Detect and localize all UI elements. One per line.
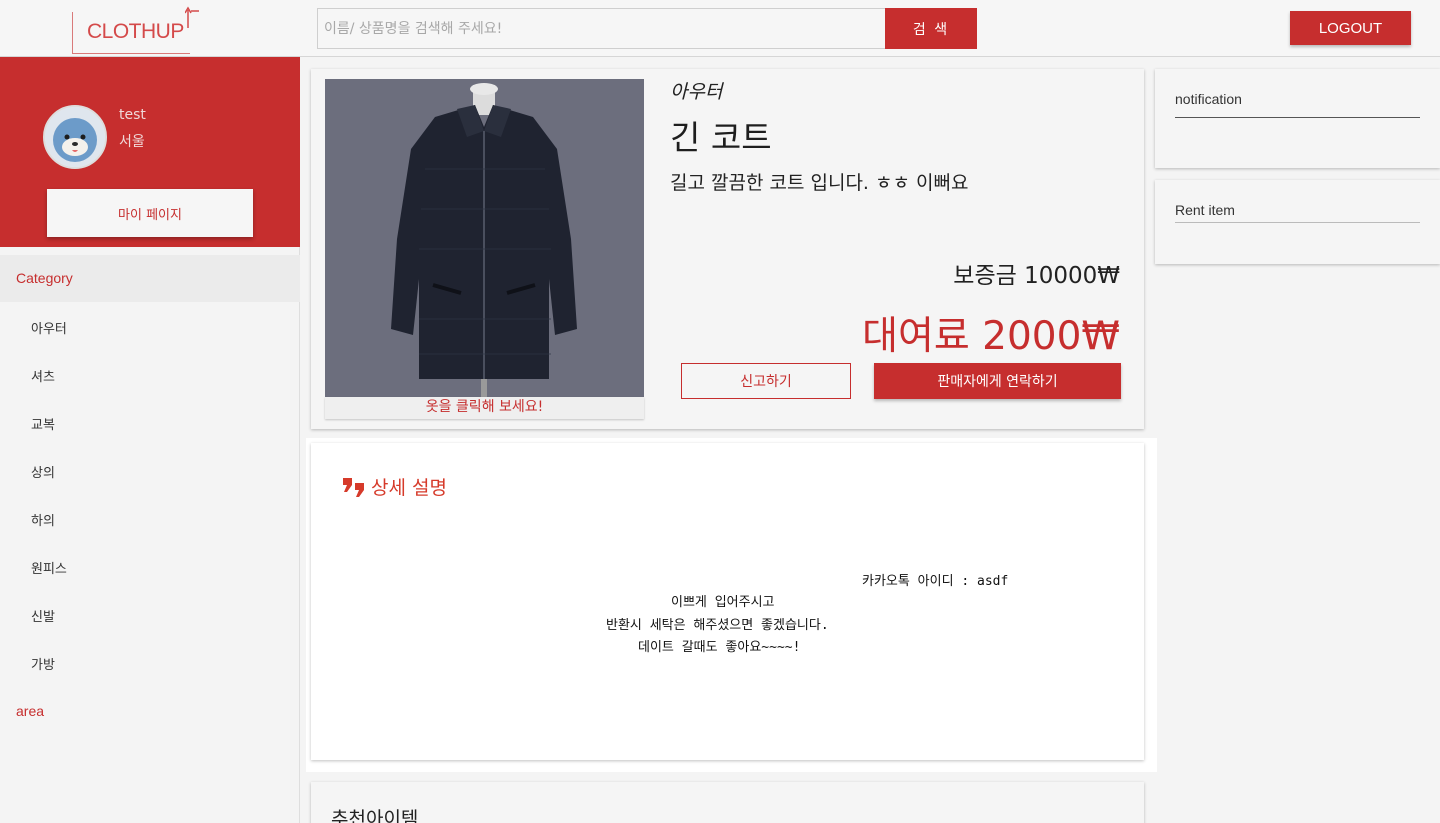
profile-panel: test 서울 마이 페이지 — [0, 57, 300, 247]
product-category: 아우터 — [670, 81, 723, 103]
recommend-card: 추천아이템 — [311, 782, 1144, 823]
product-deposit: 보증금 10000₩ — [953, 263, 1120, 289]
user-region: 서울 — [119, 134, 145, 150]
sidebar-item-outer[interactable]: 아우터 — [31, 318, 67, 337]
search-button[interactable]: 검 색 — [885, 8, 977, 49]
report-button[interactable]: 신고하기 — [681, 363, 851, 399]
category-header-label: Category — [16, 270, 73, 286]
logout-button[interactable]: LOGOUT — [1290, 11, 1411, 45]
sidebar-item-dress[interactable]: 원피스 — [31, 558, 67, 577]
search-input[interactable] — [318, 9, 884, 48]
recommend-title: 추천아이템 — [331, 808, 419, 823]
detail-line: 데이트 갈때도 좋아요~~~~! — [638, 640, 801, 655]
product-photo[interactable] — [325, 79, 644, 397]
top-header: CLOTHUP 검 색 LOGOUT — [0, 0, 1440, 57]
category-header[interactable]: Category — [0, 255, 300, 302]
search-bar: 검 색 — [317, 8, 977, 49]
sidebar-item-uniform[interactable]: 교복 — [31, 414, 55, 433]
sidebar-item-top[interactable]: 상의 — [31, 462, 55, 481]
detail-card: 상세 설명 카카오톡 아이디 : asdf 이쁘게 입어주시고 반환시 세탁은 … — [311, 443, 1144, 760]
photo-caption[interactable]: 옷을 클릭해 보세요! — [325, 397, 644, 419]
sidebar-item-shoes[interactable]: 신발 — [31, 606, 55, 625]
detail-line: 이쁘게 입어주시고 — [671, 595, 775, 610]
notification-title: notification — [1175, 91, 1242, 107]
rent-item-divider — [1175, 222, 1420, 223]
product-card: 옷을 클릭해 보세요! 아우터 긴 코트 길고 깔끔한 코트 입니다. ㅎㅎ 이… — [311, 69, 1144, 429]
sidebar-item-bag[interactable]: 가방 — [31, 654, 55, 673]
product-rental-fee: 대여료 2000₩ — [862, 314, 1120, 359]
notification-panel: notification — [1155, 69, 1440, 168]
avatar[interactable] — [43, 105, 107, 169]
product-description: 길고 깔끔한 코트 입니다. ㅎㅎ 이뻐요 — [670, 172, 969, 194]
logo[interactable]: CLOTHUP — [72, 6, 199, 54]
sidebar: test 서울 마이 페이지 Category 아우터 셔츠 교복 상의 하의 … — [0, 57, 300, 823]
user-name: test — [119, 107, 146, 123]
notification-divider — [1175, 117, 1420, 118]
contact-seller-button[interactable]: 판매자에게 연락하기 — [874, 363, 1121, 399]
logo-text: CLOTHUP — [87, 20, 184, 43]
area-header[interactable]: area — [16, 703, 44, 719]
detail-line: 반환시 세탁은 해주셨으면 좋겠습니다. — [606, 618, 829, 633]
quote-icon — [343, 477, 364, 497]
detail-title-text: 상세 설명 — [371, 477, 447, 499]
coat-image — [325, 79, 644, 397]
seal-avatar-icon — [45, 107, 105, 167]
sidebar-item-bottom[interactable]: 하의 — [31, 510, 55, 529]
sidebar-item-shirt[interactable]: 셔츠 — [31, 366, 55, 385]
mypage-button[interactable]: 마이 페이지 — [47, 189, 253, 237]
detail-title: 상세 설명 — [341, 473, 447, 500]
rent-item-title: Rent item — [1175, 202, 1235, 218]
rent-item-panel: Rent item — [1155, 180, 1440, 264]
logo-arrow-icon — [185, 6, 199, 28]
product-title: 긴 코트 — [670, 118, 772, 157]
detail-line: 카카오톡 아이디 : asdf — [862, 574, 1009, 589]
